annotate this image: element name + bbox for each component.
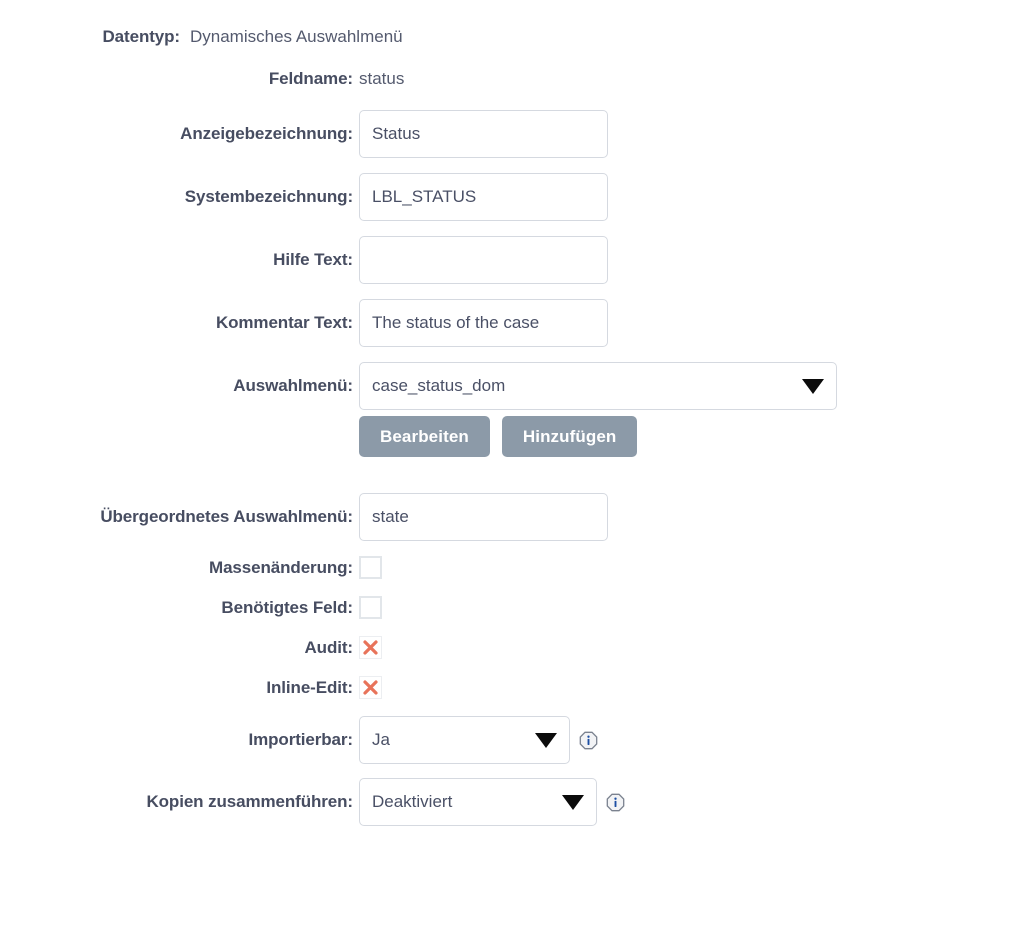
display-label-input[interactable]	[359, 110, 608, 158]
label-help-text: Hilfe Text:	[273, 250, 353, 269]
merge-duplicates-select-value: Deaktiviert	[372, 792, 453, 811]
control-audit	[353, 636, 1024, 659]
dropdown-select[interactable]: case_status_dom	[359, 362, 837, 410]
control-merge-duplicates: Deaktiviert	[353, 778, 1024, 826]
red-x-icon	[359, 676, 382, 699]
label-fieldname: Feldname:	[268, 69, 353, 88]
row-mass-update: Massenänderung:	[0, 556, 1024, 579]
checkbox-unchecked-icon[interactable]	[359, 556, 382, 579]
label-parent-dropdown: Übergeordnetes Auswahlmenü:	[100, 507, 353, 526]
row-parent-dropdown: Übergeordnetes Auswahlmenü:	[0, 493, 1024, 541]
control-mass-update	[353, 556, 1024, 579]
label-comment-text: Kommentar Text:	[215, 313, 353, 332]
dropdown-select-value: case_status_dom	[372, 376, 506, 395]
label-audit: Audit:	[304, 638, 354, 657]
row-importable: Importierbar: Ja	[0, 716, 1024, 764]
label-dropdown: Auswahlmenü:	[233, 376, 353, 395]
row-datatype: Datentyp: Dynamisches Auswahlmenü	[0, 26, 1024, 48]
info-icon[interactable]	[606, 793, 625, 812]
row-help-text: Hilfe Text:	[0, 236, 1024, 284]
parent-dropdown-input[interactable]	[359, 493, 608, 541]
row-system-label: Systembezeichnung:	[0, 173, 1024, 221]
control-dropdown: case_status_dom Bearbeiten Hinzufügen	[353, 362, 1024, 457]
label-importable: Importierbar:	[248, 730, 354, 749]
row-inline-edit: Inline-Edit:	[0, 676, 1024, 699]
control-parent-dropdown	[353, 493, 1024, 541]
control-display-label	[353, 110, 1024, 158]
chevron-down-icon	[535, 732, 557, 748]
label-merge-duplicates: Kopien zusammenführen:	[146, 792, 353, 811]
value-fieldname-wrap: status	[353, 68, 1024, 90]
control-required-field	[353, 596, 1024, 619]
importable-select[interactable]: Ja	[359, 716, 570, 764]
row-display-label: Anzeigebezeichnung:	[0, 110, 1024, 158]
label-inline-edit: Inline-Edit:	[266, 678, 353, 697]
merge-duplicates-select[interactable]: Deaktiviert	[359, 778, 597, 826]
control-importable: Ja	[353, 716, 1024, 764]
label-system-label: Systembezeichnung:	[184, 187, 353, 206]
help-text-input[interactable]	[359, 236, 608, 284]
edit-dropdown-button[interactable]: Bearbeiten	[359, 416, 490, 457]
label-mass-update: Massenänderung:	[209, 558, 353, 577]
field-properties-form: Datentyp: Dynamisches Auswahlmenü Feldna…	[0, 0, 1024, 826]
value-datatype-wrap: Dynamisches Auswahlmenü	[180, 26, 1024, 48]
control-system-label	[353, 173, 1024, 221]
red-x-icon	[359, 636, 382, 659]
row-merge-duplicates: Kopien zusammenführen: Deaktiviert	[0, 778, 1024, 826]
label-display-label: Anzeigebezeichnung:	[180, 124, 353, 143]
comment-text-input[interactable]	[359, 299, 608, 347]
control-comment-text	[353, 299, 1024, 347]
importable-select-value: Ja	[372, 730, 390, 749]
checkbox-unchecked-icon[interactable]	[359, 596, 382, 619]
label-required-field: Benötigtes Feld:	[221, 598, 353, 617]
label-datatype: Datentyp:	[102, 27, 181, 46]
dropdown-select-wrap[interactable]: case_status_dom	[359, 362, 837, 410]
row-required-field: Benötigtes Feld:	[0, 596, 1024, 619]
row-audit: Audit:	[0, 636, 1024, 659]
value-datatype: Dynamisches Auswahlmenü	[190, 27, 403, 46]
control-help-text	[353, 236, 1024, 284]
row-dropdown: Auswahlmenü: case_status_dom Bearbeiten …	[0, 362, 1024, 457]
chevron-down-icon	[562, 794, 584, 810]
row-fieldname: Feldname: status	[0, 68, 1024, 90]
value-fieldname: status	[359, 69, 405, 88]
info-icon[interactable]	[579, 731, 598, 750]
control-inline-edit	[353, 676, 1024, 699]
row-comment-text: Kommentar Text:	[0, 299, 1024, 347]
system-label-input[interactable]	[359, 173, 608, 221]
chevron-down-icon	[802, 378, 824, 394]
add-dropdown-button[interactable]: Hinzufügen	[501, 416, 638, 457]
dropdown-button-bar: Bearbeiten Hinzufügen	[359, 416, 1024, 457]
